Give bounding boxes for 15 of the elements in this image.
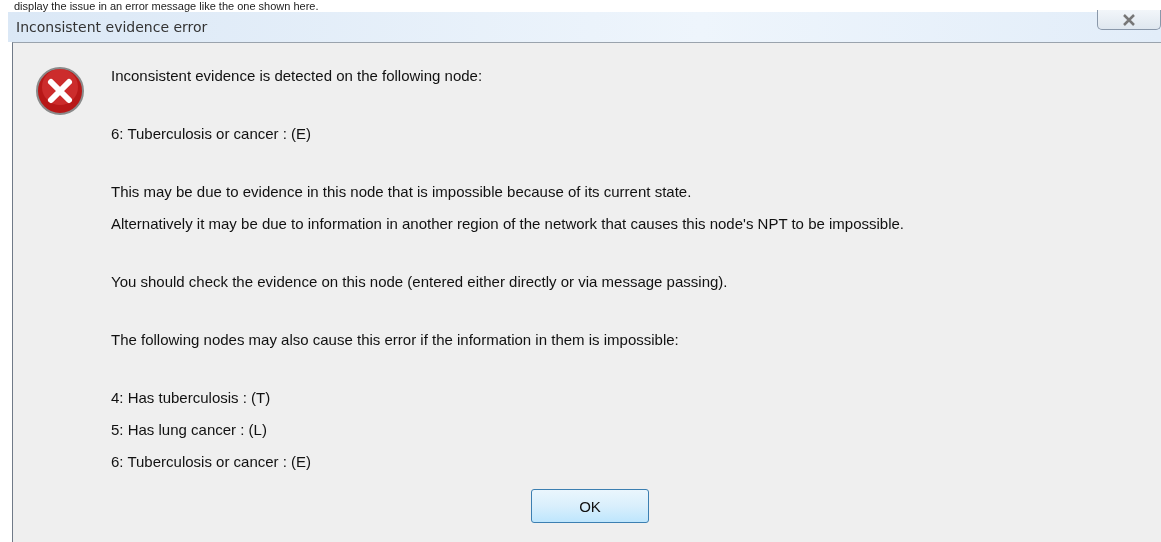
message-text: Inconsistent evidence is detected on the following node:: [111, 66, 484, 86]
message-text: This may be due to evidence in this node that is impossible because of its current state.: [111, 182, 693, 202]
message-text: The following nodes may also cause this error if the information in them is impossible:: [111, 330, 680, 350]
message-text: You should check the evidence on this node (entered either directly or via message passing).: [111, 272, 729, 292]
ok-button[interactable]: OK: [531, 489, 649, 523]
message-text: Alternatively it may be due to information in another region of the network that causes this node's NPT to be impossible.: [111, 214, 904, 234]
close-button[interactable]: [1097, 10, 1161, 30]
message-text: 4: Has tuberculosis : (T): [111, 388, 272, 408]
message-text: 6: Tuberculosis or cancer : (E): [111, 452, 313, 472]
caption-text: display the issue in an error message like the one shown here.: [13, 0, 320, 12]
message-text: 5: Has lung cancer : (L): [111, 420, 268, 440]
close-icon: [1122, 13, 1136, 26]
error-icon: [35, 66, 85, 116]
window-title: Inconsistent evidence error: [15, 19, 208, 35]
message-text: 6: Tuberculosis or cancer : (E): [111, 124, 313, 144]
